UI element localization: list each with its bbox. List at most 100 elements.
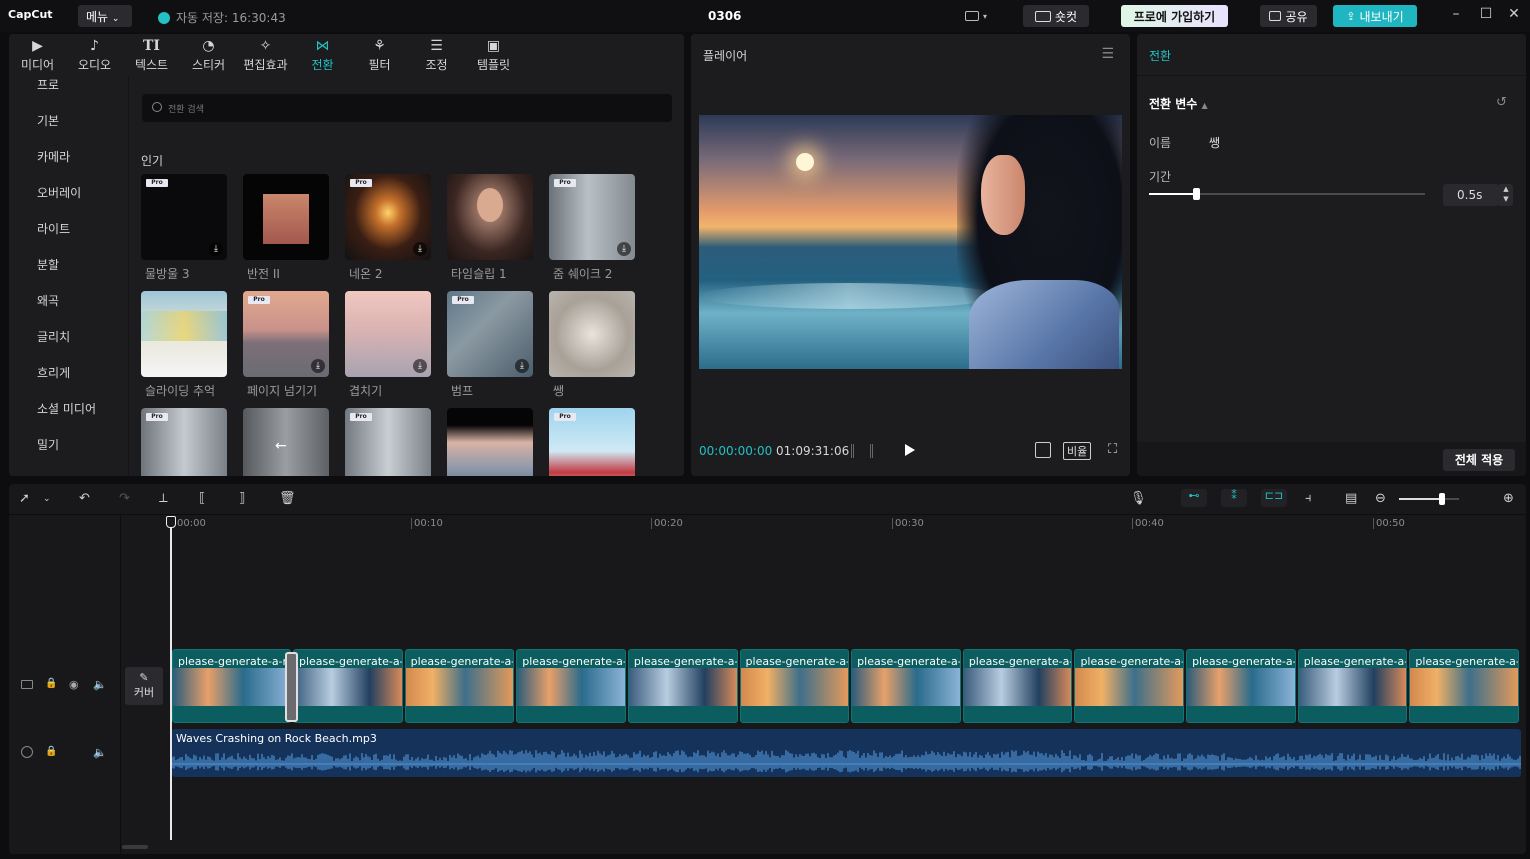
audio-clip[interactable]: Waves Crashing on Rock Beach.mp3 bbox=[172, 729, 1521, 777]
category-item[interactable]: 소셜 미디어 bbox=[37, 400, 96, 417]
playhead-handle[interactable] bbox=[166, 516, 176, 528]
category-item[interactable]: 글리치 bbox=[37, 328, 70, 345]
tab-template[interactable]: ▣ 템플릿 bbox=[465, 34, 522, 76]
share-button[interactable]: 공유 bbox=[1260, 5, 1317, 27]
category-item[interactable]: 프로 bbox=[37, 76, 59, 93]
tab-text[interactable]: TI 텍스트 bbox=[123, 34, 180, 76]
speaker-icon[interactable]: 🔈 bbox=[93, 678, 107, 691]
transition-thumb[interactable]: ⤓ bbox=[345, 291, 431, 377]
video-clip[interactable]: please-generate-a-rea bbox=[293, 649, 403, 723]
lock-icon[interactable]: 🔒 bbox=[45, 746, 57, 757]
category-item[interactable]: 오버레이 bbox=[37, 184, 81, 201]
ratio-button[interactable]: 비율 bbox=[1063, 442, 1092, 460]
video-clip[interactable]: please-generate-a-rea bbox=[962, 649, 1073, 723]
redo-icon[interactable]: ↷ bbox=[119, 491, 130, 506]
timeline-grid-icon[interactable] bbox=[851, 444, 873, 458]
video-clip[interactable]: please-generate-a-rea bbox=[627, 649, 738, 723]
transition-thumb[interactable]: Pro ⤓ bbox=[243, 291, 329, 377]
hamburger-icon[interactable]: ☰ bbox=[1101, 46, 1114, 62]
transition-thumb[interactable] bbox=[447, 174, 533, 260]
video-clip[interactable]: please-generate-a-rea bbox=[1074, 649, 1185, 723]
tab-adjust[interactable]: ☰ 조정 bbox=[408, 34, 465, 76]
close-icon[interactable]: ✕ bbox=[1504, 6, 1524, 26]
play-icon[interactable] bbox=[905, 444, 915, 456]
tab-media[interactable]: ▶ 미디어 bbox=[9, 34, 66, 76]
transition-thumb[interactable]: Pro bbox=[141, 408, 227, 476]
microphone-icon[interactable]: 🎙 bbox=[1130, 491, 1147, 506]
transition-thumb[interactable]: Pro bbox=[345, 408, 431, 476]
transition-thumb[interactable]: Pro ⤓ bbox=[345, 174, 431, 260]
eye-icon[interactable]: ◉ bbox=[69, 678, 79, 691]
zoom-out-icon[interactable]: ⊖ bbox=[1375, 491, 1386, 506]
zoom-slider-handle[interactable] bbox=[1439, 493, 1446, 505]
layout-button[interactable]: ▾ bbox=[958, 5, 994, 27]
main-track-magnet-icon[interactable]: ⊷ bbox=[1181, 489, 1207, 507]
zoom-fit-icon[interactable] bbox=[1035, 442, 1051, 458]
transition-marker[interactable] bbox=[285, 652, 298, 722]
pro-join-button[interactable]: 프로에 가입하기 bbox=[1121, 5, 1228, 27]
tab-audio[interactable]: ♪ 오디오 bbox=[66, 34, 123, 76]
category-item[interactable]: 기본 bbox=[37, 112, 59, 129]
video-clip[interactable]: please-generate-a-rea bbox=[851, 649, 961, 723]
video-clip[interactable]: please-generate-a-rea bbox=[1297, 649, 1408, 723]
split-icon[interactable]: ⟂ bbox=[159, 491, 168, 506]
export-button[interactable]: ⇪ 내보내기 bbox=[1333, 5, 1417, 27]
video-clip[interactable]: please-generate-a-rea bbox=[1409, 649, 1519, 723]
video-clip[interactable]: please-generate-a-rea bbox=[172, 649, 291, 723]
speaker-icon[interactable]: 🔈 bbox=[93, 746, 107, 759]
duration-input[interactable]: 0.5s bbox=[1443, 184, 1499, 206]
tab-filter[interactable]: ⚘ 필터 bbox=[351, 34, 408, 76]
download-icon[interactable]: ⤓ bbox=[413, 359, 427, 373]
transition-thumb[interactable]: Pro ⤓ bbox=[141, 174, 227, 260]
tab-effects[interactable]: ✧ 편집효과 bbox=[237, 34, 294, 76]
minimize-icon[interactable]: – bbox=[1446, 6, 1466, 26]
caption-icon[interactable]: ▤ bbox=[1345, 491, 1357, 506]
delete-icon[interactable]: 🗑 bbox=[279, 491, 296, 506]
download-icon[interactable]: ⤓ bbox=[413, 242, 427, 256]
apply-all-button[interactable]: 전체 적용 bbox=[1443, 449, 1515, 471]
video-preview[interactable] bbox=[699, 115, 1122, 369]
transition-thumb[interactable]: Pro bbox=[549, 408, 635, 476]
maximize-icon[interactable]: ☐ bbox=[1476, 6, 1496, 26]
playhead[interactable] bbox=[170, 516, 172, 840]
lock-icon[interactable]: 🔒 bbox=[45, 678, 57, 689]
duration-slider-handle[interactable] bbox=[1192, 188, 1200, 200]
undo-icon[interactable]: ↶ bbox=[79, 491, 90, 506]
transition-thumb[interactable]: Pro ⤓ bbox=[549, 174, 635, 260]
category-item[interactable]: 카메라 bbox=[37, 148, 70, 165]
shortcut-button[interactable]: 숏컷 bbox=[1023, 5, 1089, 27]
category-item[interactable]: 밀기 bbox=[37, 436, 59, 453]
preview-axis-icon[interactable]: ⫞ bbox=[1305, 491, 1312, 506]
tab-sticker[interactable]: ◔ 스티커 bbox=[180, 34, 237, 76]
linkage-icon[interactable]: ⊏⊐ bbox=[1261, 489, 1287, 507]
transition-thumb[interactable] bbox=[447, 408, 533, 476]
zoom-in-icon[interactable]: ⊕ bbox=[1503, 491, 1514, 506]
video-clip[interactable]: please-generate-a-rea bbox=[1186, 649, 1296, 723]
duration-slider[interactable] bbox=[1149, 188, 1425, 200]
download-icon[interactable]: ⤓ bbox=[209, 242, 223, 256]
video-clip[interactable]: please-generate-a-rea bbox=[516, 649, 626, 723]
category-item[interactable]: 흐리게 bbox=[37, 364, 70, 381]
download-icon[interactable]: ⤓ bbox=[311, 359, 325, 373]
download-icon[interactable]: ⤓ bbox=[617, 242, 631, 256]
cover-button[interactable]: ✎ 커버 bbox=[125, 667, 163, 705]
select-cursor-icon[interactable]: ➚ bbox=[19, 491, 30, 506]
transition-thumb[interactable] bbox=[549, 291, 635, 377]
fullscreen-icon[interactable]: ⛶ bbox=[1108, 442, 1117, 457]
auto-snap-icon[interactable]: ⁑ bbox=[1221, 489, 1247, 507]
section-header[interactable]: 전환 변수 ▲ bbox=[1149, 95, 1208, 112]
video-clip[interactable]: please-generate-a-rea bbox=[739, 649, 850, 723]
transition-thumb[interactable]: ← bbox=[243, 408, 329, 476]
transition-thumb[interactable] bbox=[243, 174, 329, 260]
tab-transition[interactable]: ⋈ 전환 bbox=[294, 34, 351, 76]
chevron-down-icon[interactable]: ⌄ bbox=[43, 494, 51, 504]
reset-icon[interactable]: ↺ bbox=[1496, 95, 1507, 110]
search-input[interactable]: 전환 검색 bbox=[142, 94, 672, 122]
zoom-slider[interactable] bbox=[1399, 493, 1459, 505]
download-icon[interactable]: ⤓ bbox=[515, 359, 529, 373]
category-item[interactable]: 왜곡 bbox=[37, 292, 59, 309]
duration-stepper[interactable]: ▲ ▼ bbox=[1499, 184, 1513, 206]
transition-thumb[interactable] bbox=[141, 291, 227, 377]
menu-button[interactable]: 메뉴 ⌄ bbox=[78, 5, 132, 27]
category-item[interactable]: 분할 bbox=[37, 256, 59, 273]
